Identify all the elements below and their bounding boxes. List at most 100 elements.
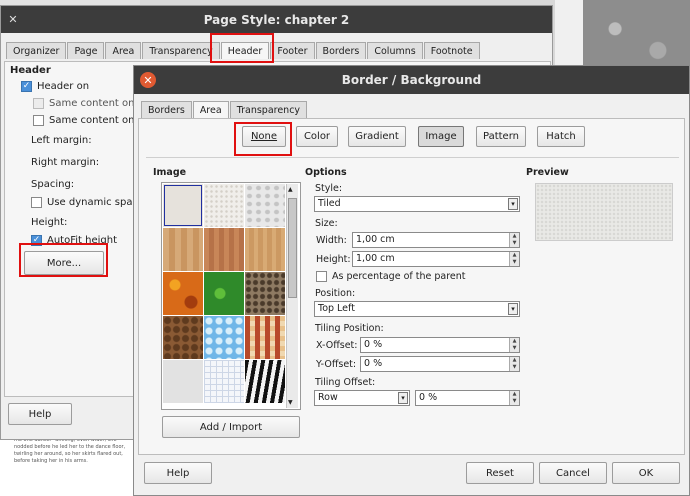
dynamic-spacing-checkbox[interactable]	[31, 197, 42, 208]
style-select[interactable]: Tiled ▾	[314, 196, 520, 212]
gallery-tile[interactable]	[204, 360, 244, 403]
gradient-button[interactable]: Gradient	[348, 126, 406, 147]
tab-transparency[interactable]: Transparency	[142, 42, 220, 59]
position-value: Top Left	[318, 303, 355, 314]
image-section-title: Image	[153, 167, 187, 178]
highlight-none-button	[234, 122, 292, 156]
x-offset-spinner[interactable]: ▲ ▼	[509, 338, 519, 352]
tab-footnote[interactable]: Footnote	[423, 42, 480, 59]
cancel-button[interactable]: Cancel	[539, 462, 607, 484]
tiling-offset-mode-select[interactable]: Row ▾	[314, 390, 410, 406]
width-label: Width:	[316, 235, 347, 246]
position-label: Position:	[315, 288, 356, 299]
ok-button[interactable]: OK	[612, 462, 680, 484]
gallery-tile[interactable]	[245, 228, 285, 271]
tab-footer[interactable]: Footer	[270, 42, 315, 59]
chevron-down-icon[interactable]: ▾	[508, 303, 518, 315]
height-field[interactable]: 1,00 cm ▲ ▼	[352, 251, 520, 267]
preview-image	[535, 183, 673, 241]
gallery-tile[interactable]	[245, 184, 285, 227]
style-label: Style:	[315, 183, 343, 194]
chevron-down-icon[interactable]: ▾	[508, 198, 518, 210]
color-button[interactable]: Color	[296, 126, 338, 147]
scroll-up-icon[interactable]: ▲	[288, 186, 293, 193]
x-offset-value: 0 %	[364, 339, 383, 350]
gallery-tile[interactable]	[163, 272, 203, 315]
gallery-tile[interactable]	[204, 316, 244, 359]
tiling-offset-spinner[interactable]: ▲ ▼	[509, 391, 519, 405]
close-icon[interactable]: ✕	[140, 72, 156, 88]
gallery-scrollbar[interactable]: ▲ ▼	[286, 184, 298, 408]
reset-button[interactable]: Reset	[466, 462, 534, 484]
y-offset-label: Y-Offset:	[316, 359, 357, 370]
right-margin-label: Right margin:	[31, 157, 100, 168]
width-field[interactable]: 1,00 cm ▲ ▼	[352, 232, 520, 248]
gallery-tile[interactable]	[204, 228, 244, 271]
gallery-tile[interactable]	[204, 184, 244, 227]
gallery-tile[interactable]	[245, 316, 285, 359]
scroll-down-icon[interactable]: ▼	[288, 399, 293, 406]
gallery-tile[interactable]	[245, 360, 285, 403]
help-button[interactable]: Help	[144, 462, 212, 484]
percentage-label: As percentage of the parent	[332, 271, 466, 282]
options-section-title: Options	[305, 167, 347, 178]
tiling-position-label: Tiling Position:	[315, 323, 384, 334]
header-on-label: Header on	[37, 81, 90, 92]
tab-columns[interactable]: Columns	[367, 42, 423, 59]
y-offset-value: 0 %	[364, 358, 383, 369]
hatch-button[interactable]: Hatch	[537, 126, 585, 147]
style-value: Tiled	[318, 198, 341, 209]
tiling-offset-field[interactable]: 0 % ▲ ▼	[415, 390, 520, 406]
tab-page[interactable]: Page	[67, 42, 105, 59]
position-select[interactable]: Top Left ▾	[314, 301, 520, 317]
height-label: Height:	[316, 254, 351, 265]
x-offset-field[interactable]: 0 % ▲ ▼	[360, 337, 520, 353]
height-value: 1,00 cm	[356, 253, 395, 264]
pattern-button[interactable]: Pattern	[476, 126, 526, 147]
tiling-offset-label: Tiling Offset:	[315, 377, 376, 388]
scrollbar-thumb[interactable]	[288, 198, 297, 298]
gallery-tile[interactable]	[245, 272, 285, 315]
same-first-checkbox[interactable]	[33, 115, 44, 126]
tab-organizer[interactable]: Organizer	[6, 42, 67, 59]
border-background-titlebar: ✕ Border / Background	[134, 66, 689, 94]
spacing-label: Spacing:	[31, 179, 75, 190]
tab-transparency[interactable]: Transparency	[229, 101, 308, 118]
y-offset-field[interactable]: 0 % ▲ ▼	[360, 356, 520, 372]
height-spinner[interactable]: ▲ ▼	[509, 252, 519, 266]
gallery-tile[interactable]	[163, 228, 203, 271]
image-button[interactable]: Image	[418, 126, 464, 147]
y-offset-spinner[interactable]: ▲ ▼	[509, 357, 519, 371]
dialog-title: Page Style: chapter 2	[203, 12, 350, 27]
help-button[interactable]: Help	[8, 403, 72, 425]
border-background-tabs: Borders Area Transparency	[141, 101, 308, 118]
close-icon[interactable]: ✕	[5, 11, 21, 27]
dialog-title: Border / Background	[341, 73, 482, 87]
separator	[146, 157, 679, 158]
chevron-down-icon[interactable]: ▾	[398, 392, 408, 404]
gallery-tile[interactable]	[163, 316, 203, 359]
section-header: Header	[10, 65, 51, 76]
width-spinner[interactable]: ▲ ▼	[509, 233, 519, 247]
height-label: Height:	[31, 217, 68, 228]
border-background-dialog: ✕ Border / Background Borders Area Trans…	[133, 65, 690, 496]
gallery-tile[interactable]	[163, 184, 203, 227]
tab-area[interactable]: Area	[192, 101, 229, 118]
percentage-row[interactable]: As percentage of the parent	[316, 271, 466, 282]
header-on-checkbox[interactable]: ✓	[21, 81, 32, 92]
x-offset-label: X-Offset:	[316, 340, 358, 351]
header-on-row[interactable]: ✓ Header on	[21, 81, 89, 92]
tiling-offset-mode-value: Row	[318, 392, 338, 403]
add-import-button[interactable]: Add / Import	[162, 416, 300, 438]
tab-borders[interactable]: Borders	[141, 101, 192, 118]
tiling-offset-value: 0 %	[419, 392, 438, 403]
image-gallery[interactable]	[161, 182, 301, 410]
tab-borders[interactable]: Borders	[315, 42, 367, 59]
tab-area[interactable]: Area	[105, 42, 142, 59]
percentage-checkbox[interactable]	[316, 271, 327, 282]
background-texture	[583, 0, 690, 72]
gallery-tile[interactable]	[163, 360, 203, 403]
gallery-tile[interactable]	[204, 272, 244, 315]
same-left-checkbox[interactable]	[33, 98, 44, 109]
width-value: 1,00 cm	[356, 234, 395, 245]
